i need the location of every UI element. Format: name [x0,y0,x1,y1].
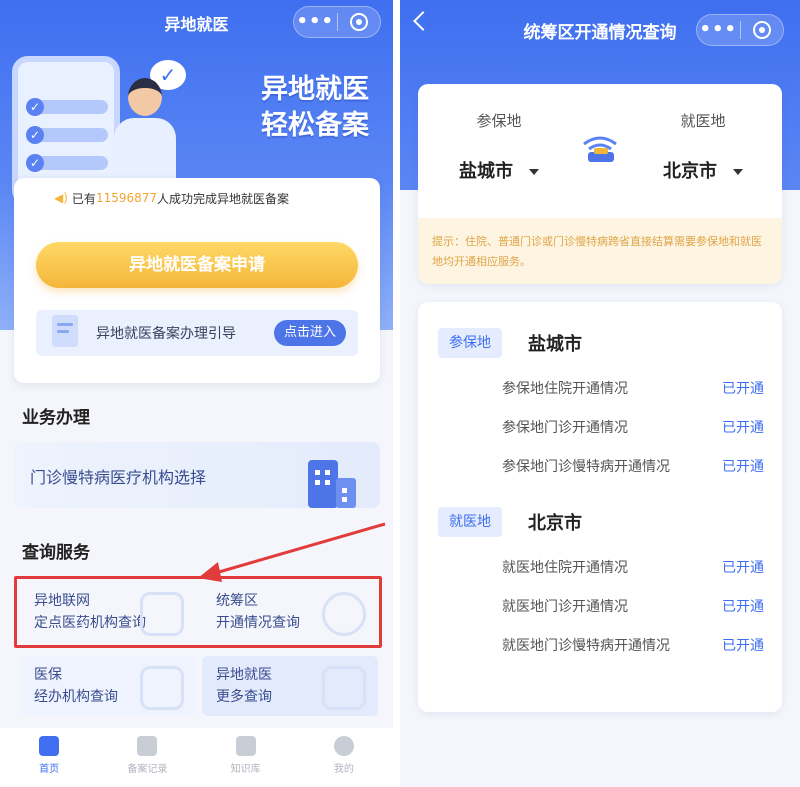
query-card-agency[interactable]: 医保 经办机构查询 [20,656,196,716]
filing-guide-banner[interactable]: 异地就医备案办理引导 点击进入 [36,310,358,356]
document-icon [48,313,88,353]
tip-text: 提示：住院、普通门诊或门诊慢特病跨省直接结算需要参保地和就医地均开通相应服务。 [418,218,782,284]
group-tag: 参保地 [438,328,502,358]
profile-icon [333,736,354,756]
check-icon: ✓ [26,126,44,144]
right-screen: 统筹区开通情况查询 ••• 参保地 盐城市 就医地 北京市 提示：住院、普通门诊… [400,0,800,787]
hospital-icon [302,456,358,508]
medical-group-header: 就医地 北京市 [438,507,582,537]
tab-records[interactable]: 备案记录 [98,728,196,787]
tab-knowledge[interactable]: 知识库 [197,728,295,787]
tab-label: 我的 [333,764,354,775]
status-card: 参保地 盐城市 参保地住院开通情况 已开通 参保地门诊开通情况 已开通 参保地门… [418,302,782,712]
tab-bar: 首页 备案记录 知识库 我的 [0,728,393,787]
person-illustration [110,78,180,188]
status-value: 已开通 [722,560,764,576]
status-value: 已开通 [722,638,764,654]
record-icon [137,736,158,756]
status-value: 已开通 [722,459,764,475]
dropdown-caret-icon [529,169,539,175]
insured-place-selector[interactable]: 参保地 盐城市 [434,110,564,183]
status-name: 就医地门诊开通情况 [502,599,628,615]
status-row: 就医地门诊慢特病开通情况 已开通 [502,635,764,655]
query-card-more[interactable]: 异地就医 更多查询 [202,656,378,716]
layers-icon [140,666,184,710]
status-value: 已开通 [722,420,764,436]
connection-icon [583,136,617,162]
insured-group-header: 参保地 盐城市 [438,328,582,358]
status-value: 已开通 [722,599,764,615]
notice-suffix: 人成功完成异地就医备案 [157,191,290,206]
query-section-title: 查询服务 [22,543,90,563]
group-city: 盐城市 [528,334,582,355]
check-icon: ✓ [26,154,44,172]
city-selector-card: 参保地 盐城市 就医地 北京市 提示：住院、普通门诊或门诊慢特病跨省直接结算需要… [418,84,782,284]
guide-text: 异地就医备案办理引导 [96,326,236,342]
enter-button[interactable]: 点击进入 [273,320,346,346]
more-icon[interactable]: ••• [697,15,740,45]
banner-title-line1: 异地就医 [261,74,369,105]
status-name: 就医地门诊慢特病开通情况 [502,638,670,654]
status-name: 参保地住院开通情况 [502,381,628,397]
speaker-icon: ◀) [54,191,68,205]
banner-title: 异地就医 轻松备案 [261,72,369,144]
more-icon[interactable]: ••• [294,7,337,37]
exit-arrow-icon [322,666,366,710]
close-mini-program-icon[interactable] [740,21,783,39]
pointer-arrow-icon [198,522,386,582]
status-row: 参保地门诊慢特病开通情况 已开通 [502,456,764,476]
insured-place-caption: 参保地 [476,112,522,130]
medical-place-value: 北京市 [663,161,717,182]
filing-notice: ◀) 已有 11596877 人成功完成异地就医备案 [14,178,380,218]
group-tag: 就医地 [438,507,502,537]
status-name: 参保地门诊开通情况 [502,420,628,436]
medical-place-caption: 就医地 [680,112,726,130]
screen-divider [393,0,400,787]
clinic-selection-card[interactable]: 门诊慢特病医疗机构选择 [14,442,380,508]
tab-label: 首页 [39,764,60,775]
tab-label: 知识库 [230,764,261,775]
notice-count: 11596877 [95,191,158,205]
business-section-title: 业务办理 [22,408,90,428]
tab-profile[interactable]: 我的 [295,728,393,787]
tab-home[interactable]: 首页 [0,728,98,787]
group-city: 北京市 [528,513,582,534]
status-name: 就医地住院开通情况 [502,560,628,576]
mini-program-capsule: ••• [293,6,381,38]
banner-title-line2: 轻松备案 [261,110,369,141]
status-row: 参保地住院开通情况 已开通 [502,378,764,398]
tab-label: 备案记录 [127,764,168,775]
status-row: 参保地门诊开通情况 已开通 [502,417,764,437]
medical-place-selector[interactable]: 就医地 北京市 [638,110,768,183]
notice-prefix: 已有 [71,191,96,206]
filing-apply-button[interactable]: 异地就医备案申请 [36,242,358,288]
mini-program-capsule: ••• [696,14,784,46]
insured-place-value: 盐城市 [459,161,513,182]
check-icon: ✓ [26,98,44,116]
status-row: 就医地住院开通情况 已开通 [502,557,764,577]
clinic-selection-label: 门诊慢特病医疗机构选择 [30,468,207,487]
status-value: 已开通 [722,381,764,397]
home-icon [39,736,60,756]
status-name: 参保地门诊慢特病开通情况 [502,459,670,475]
status-row: 就医地门诊开通情况 已开通 [502,596,764,616]
filing-card: ◀) 已有 11596877 人成功完成异地就医备案 异地就医备案申请 异地就医… [14,178,380,383]
knowledge-icon [235,736,256,756]
close-mini-program-icon[interactable] [337,13,380,31]
left-screen: 异地就医 ••• ✓ ✓ ✓ ✓ 异地就医 轻松备案 ◀) 已有 1159687… [0,0,393,787]
dropdown-caret-icon [733,169,743,175]
